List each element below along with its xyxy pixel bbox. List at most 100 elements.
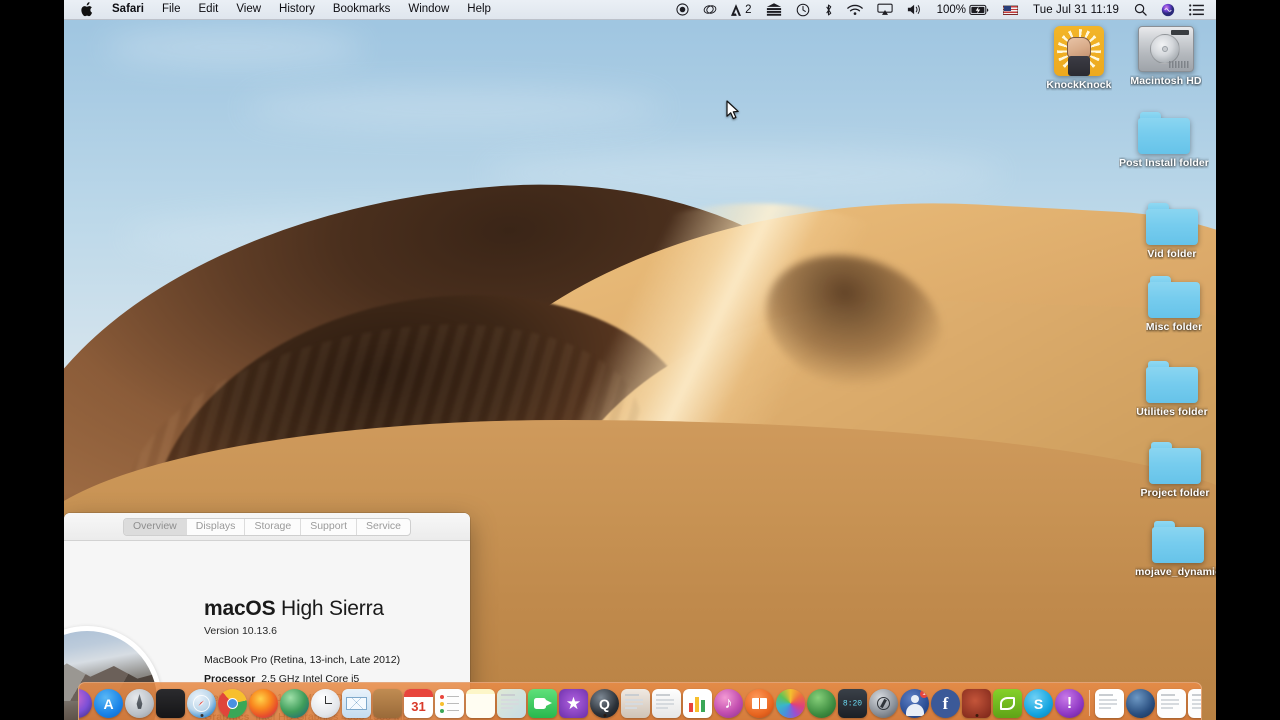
- dock-item-siri[interactable]: [79, 685, 93, 718]
- menu-app-name[interactable]: Safari: [103, 0, 153, 19]
- skype-icon: S: [1024, 689, 1053, 718]
- alert-app-icon: !: [1055, 689, 1084, 718]
- menu-clock[interactable]: Tue Jul 31 11:19: [1025, 4, 1127, 16]
- dock-item-facebook[interactable]: f: [930, 685, 961, 718]
- desktop-icon-vid-folder[interactable]: Vid folder: [1124, 203, 1216, 260]
- dock-item-mission-control[interactable]: [155, 685, 186, 718]
- volume-icon[interactable]: [900, 0, 930, 19]
- record-icon[interactable]: [669, 0, 696, 19]
- running-indicator: [603, 714, 606, 717]
- screen: Safari File Edit View History Bookmarks …: [0, 0, 1280, 720]
- dock-item-numbers[interactable]: [682, 685, 713, 718]
- menu-help[interactable]: Help: [458, 0, 500, 19]
- dock-item-alert-app[interactable]: !: [1054, 685, 1085, 718]
- dock-item-downloads-stack[interactable]: [1187, 685, 1201, 718]
- dock-item-ibooks[interactable]: [744, 685, 775, 718]
- dock-item-timer[interactable]: 8:20: [837, 685, 868, 718]
- airplay-icon[interactable]: [870, 0, 900, 19]
- us-flag-icon[interactable]: [996, 0, 1025, 19]
- desktop-icon-label: Utilities folder: [1136, 406, 1208, 418]
- backup-stack-icon[interactable]: [759, 0, 789, 19]
- desktop-icon-macintosh-hd[interactable]: Macintosh HD: [1118, 26, 1214, 87]
- desktop-icon-post-install-folder[interactable]: Post Install folder: [1116, 112, 1212, 169]
- tab-displays[interactable]: Displays: [187, 518, 246, 535]
- bluetooth-icon[interactable]: [817, 0, 840, 19]
- dock-item-media-app[interactable]: [961, 685, 992, 718]
- dock-item-skype[interactable]: S: [1023, 685, 1054, 718]
- dock-item-clock[interactable]: [310, 685, 341, 718]
- dock[interactable]: A 31 ★ Q ♪ 8:20 1 f S!: [78, 682, 1202, 720]
- os-name-rest: High Sierra: [281, 597, 384, 620]
- menu-edit[interactable]: Edit: [190, 0, 228, 19]
- dock-item-nvidia[interactable]: [992, 685, 1023, 718]
- desktop[interactable]: Safari File Edit View History Bookmarks …: [64, 0, 1216, 720]
- dock-item-notes[interactable]: [465, 685, 496, 718]
- clock-icon: [311, 689, 340, 718]
- desktop-icon-label: Macintosh HD: [1130, 75, 1202, 87]
- menu-window[interactable]: Window: [399, 0, 458, 19]
- dock-item-photos[interactable]: [775, 685, 806, 718]
- dock-item-safari[interactable]: [186, 685, 217, 718]
- dashboard-icon: [869, 689, 898, 718]
- wifi-icon[interactable]: [840, 0, 870, 19]
- search-icon[interactable]: [1127, 0, 1154, 19]
- os-name-bold: macOS: [204, 597, 276, 620]
- dock-item-contacts[interactable]: [372, 685, 403, 718]
- apple-logo-icon[interactable]: [78, 0, 103, 19]
- skype-glyph: S: [1033, 695, 1044, 712]
- dock-separator: [1085, 688, 1094, 718]
- desktop-icon-project-folder[interactable]: Project folder: [1127, 442, 1216, 499]
- dock-item-firefox[interactable]: [248, 685, 279, 718]
- desktop-icon-knockknock[interactable]: KnockKnock: [1031, 26, 1127, 91]
- dock-item-chrome[interactable]: [217, 685, 248, 718]
- tab-storage[interactable]: Storage: [245, 518, 302, 535]
- dock-item-photo-booth[interactable]: [620, 685, 651, 718]
- desktop-icon-label: mojave_dynamic: [1134, 566, 1216, 578]
- menu-bookmarks[interactable]: Bookmarks: [324, 0, 400, 19]
- tab-service[interactable]: Service: [357, 519, 410, 535]
- siri-icon[interactable]: [1154, 0, 1182, 19]
- folder-icon: [1149, 442, 1201, 484]
- photos-icon: [776, 689, 805, 718]
- dock-item-calendar[interactable]: 31: [403, 685, 434, 718]
- dock-item-mail[interactable]: [341, 685, 372, 718]
- tab-support[interactable]: Support: [301, 518, 357, 535]
- battery-charging-icon[interactable]: [969, 0, 996, 19]
- tab-overview[interactable]: Overview: [123, 518, 187, 535]
- window-titlebar[interactable]: Overview Displays Storage Support Servic…: [64, 513, 470, 541]
- menu-view[interactable]: View: [227, 0, 270, 19]
- dock-item-photos-star[interactable]: ★: [558, 685, 589, 718]
- desktop-icon-misc-folder[interactable]: Misc folder: [1126, 276, 1216, 333]
- dock-item-itunes[interactable]: ♪: [713, 685, 744, 718]
- dock-item-launchpad[interactable]: [124, 685, 155, 718]
- dock-item-globe-browser[interactable]: [279, 685, 310, 718]
- menu-history[interactable]: History: [270, 0, 324, 19]
- ibooks-icon: [745, 689, 774, 718]
- adobe-icon[interactable]: [724, 0, 743, 19]
- dock-item-globe-download[interactable]: [1125, 685, 1156, 718]
- desktop-icon-utilities-folder[interactable]: Utilities folder: [1124, 361, 1216, 418]
- app-store-icon: A: [94, 689, 123, 718]
- dock-item-facetime[interactable]: [527, 685, 558, 718]
- desktop-icon-mojave-dynamic[interactable]: mojave_dynamic: [1130, 521, 1216, 578]
- app-green-icon: [807, 689, 836, 718]
- dock-item-app-store[interactable]: A: [93, 685, 124, 718]
- list-icon[interactable]: [1182, 0, 1206, 19]
- numbers-icon: [683, 689, 712, 718]
- dock-item-reminders[interactable]: [434, 685, 465, 718]
- dock-item-app-green[interactable]: [806, 685, 837, 718]
- knockknock-app-icon: [1054, 26, 1104, 76]
- dock-item-torrent-file[interactable]: [1094, 685, 1125, 718]
- time-machine-icon[interactable]: [789, 0, 817, 19]
- dock-item-document-file[interactable]: [1156, 685, 1187, 718]
- dock-item-pages[interactable]: [651, 685, 682, 718]
- dock-item-maps[interactable]: [496, 685, 527, 718]
- menu-file[interactable]: File: [153, 0, 190, 19]
- dock-item-dashboard[interactable]: [868, 685, 899, 718]
- dock-item-quicktime[interactable]: Q: [589, 685, 620, 718]
- about-tabs[interactable]: Overview Displays Storage Support Servic…: [122, 517, 412, 536]
- dock-item-user-account[interactable]: 1: [899, 685, 930, 718]
- creative-cloud-icon[interactable]: [696, 0, 724, 19]
- menu-bar[interactable]: Safari File Edit View History Bookmarks …: [64, 0, 1216, 20]
- notes-icon: [466, 689, 495, 718]
